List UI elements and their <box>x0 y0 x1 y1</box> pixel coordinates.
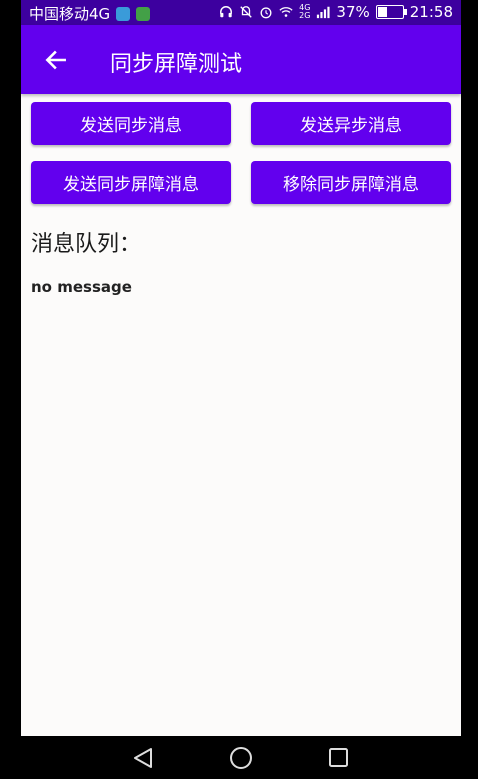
battery-tip <box>403 9 407 15</box>
battery-icon <box>375 5 407 19</box>
back-nav-icon[interactable] <box>132 747 154 769</box>
headphones-icon <box>220 6 233 18</box>
notification-app-icon <box>136 6 151 21</box>
battery-level <box>377 7 388 17</box>
recents-nav-icon[interactable] <box>328 747 349 768</box>
notification-app-icon <box>116 6 131 21</box>
clock: 21:58 <box>409 3 453 21</box>
wifi-icon <box>279 7 293 17</box>
app-screen: 中国移动4G 4G 2G 37% 21:58 同步屏障测试 发送同步消息 发送异… <box>21 0 461 736</box>
mute-icon <box>240 6 252 18</box>
remove-sync-barrier-button[interactable]: 移除同步屏障消息 <box>251 161 451 204</box>
battery-percent: 37% <box>336 3 370 21</box>
navigation-bar <box>0 736 478 779</box>
home-nav-icon[interactable] <box>229 746 253 770</box>
network-type-bottom: 2G <box>299 11 311 20</box>
status-bar: 中国移动4G 4G 2G 37% 21:58 <box>21 0 461 25</box>
app-bar: 同步屏障测试 <box>21 25 461 94</box>
send-async-message-button[interactable]: 发送异步消息 <box>251 102 451 145</box>
network-type: 4G 2G <box>299 4 310 20</box>
send-sync-message-button[interactable]: 发送同步消息 <box>31 102 231 145</box>
status-left: 中国移动4G <box>29 3 151 24</box>
message-queue-content: no message <box>31 278 132 296</box>
status-right: 4G 2G 37% 21:58 <box>219 3 453 21</box>
back-arrow-icon[interactable] <box>43 47 69 73</box>
page-title: 同步屏障测试 <box>110 52 243 77</box>
alarm-icon <box>260 7 272 19</box>
send-sync-barrier-button[interactable]: 发送同步屏障消息 <box>31 161 231 204</box>
carrier-label: 中国移动4G <box>29 5 111 23</box>
signal-icon <box>317 6 330 19</box>
message-queue-title: 消息队列： <box>31 232 142 257</box>
